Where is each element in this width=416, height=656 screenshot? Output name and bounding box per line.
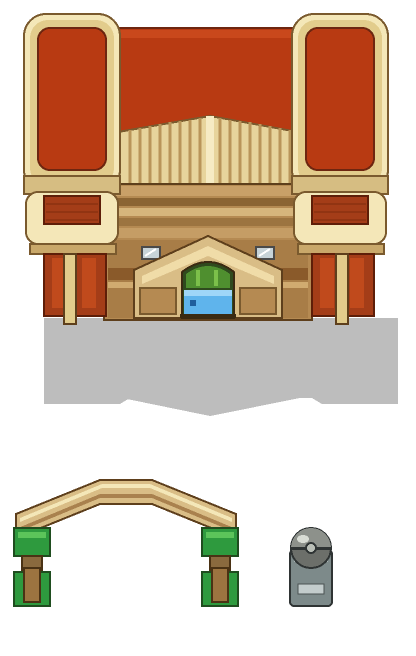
sprite-sheet xyxy=(0,0,416,656)
pokeball-statue xyxy=(289,527,333,607)
